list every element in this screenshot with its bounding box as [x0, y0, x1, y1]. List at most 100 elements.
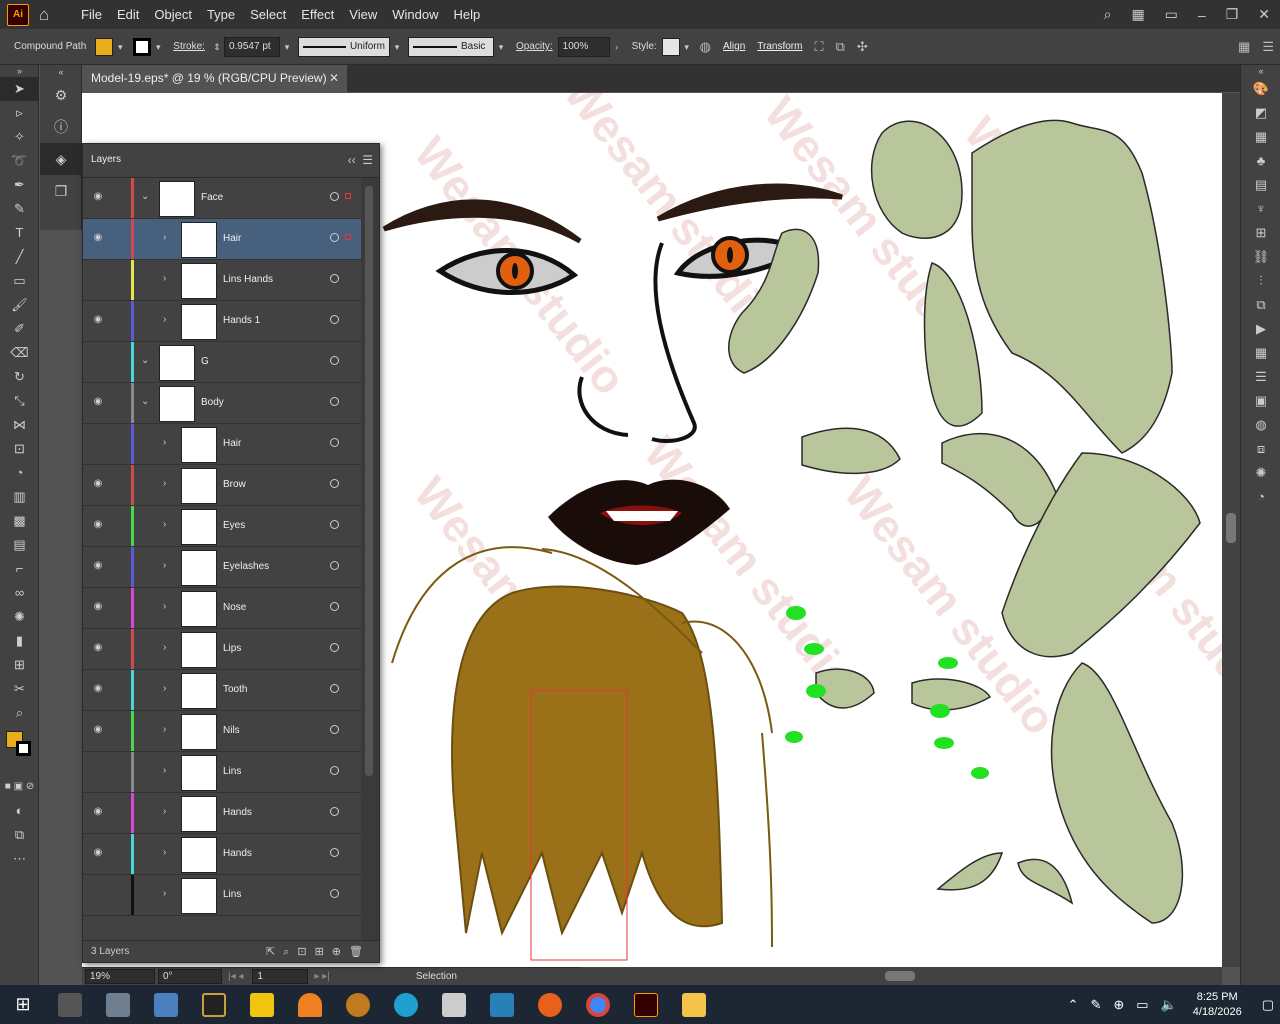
libraries-panel-icon[interactable]: ▤	[1241, 173, 1280, 197]
style-swatch[interactable]	[661, 37, 680, 56]
menu-window[interactable]: Window	[392, 7, 438, 22]
vertical-scroll-thumb[interactable]	[1226, 513, 1236, 543]
rotate-tool-icon[interactable]: ↻	[0, 365, 39, 389]
expand-arrow-icon[interactable]: ›	[163, 724, 166, 735]
target-circle-icon[interactable]	[330, 274, 339, 283]
layer-row[interactable]: ◉ › Nils	[83, 711, 361, 752]
stroke-dropdown-icon[interactable]: ▾	[151, 38, 165, 56]
visibility-eye-icon[interactable]	[91, 888, 105, 902]
layer-row[interactable]: ◉ › Hands	[83, 793, 361, 834]
draw-mode-icon[interactable]: ◐	[0, 799, 39, 823]
horizontal-scrollbar[interactable]	[580, 967, 1222, 985]
app-network-icon[interactable]	[382, 985, 430, 1024]
layer-row[interactable]: ◉ ⌄ Face	[83, 178, 361, 219]
visibility-eye-icon[interactable]: ◉	[91, 560, 105, 574]
layer-row[interactable]: › Hair	[83, 424, 361, 465]
layers-footer-actions-icon[interactable]: ⇱⌕⊡⊞⊕🗑	[266, 945, 371, 959]
puppet-panel-icon[interactable]: ♆	[1241, 197, 1280, 221]
symbol-sprayer-tool-icon[interactable]: ✺	[0, 605, 39, 629]
artboards-right-panel-icon[interactable]: ⧈	[1241, 437, 1280, 461]
layer-name[interactable]: Brow	[223, 479, 246, 490]
layer-name[interactable]: Hands	[223, 848, 252, 859]
visibility-eye-icon[interactable]: ◉	[91, 191, 105, 205]
visibility-eye-icon[interactable]	[91, 437, 105, 451]
puppet-warp-icon[interactable]: ✣	[857, 39, 868, 55]
layers-panel-menu-icon[interactable]: ‹‹ ☰	[348, 153, 373, 167]
transform-panel-icon[interactable]: ⊞	[1241, 221, 1280, 245]
expand-arrow-icon[interactable]: ⌄	[141, 396, 149, 407]
app-vlc-icon[interactable]	[286, 985, 334, 1024]
target-circle-icon[interactable]	[330, 684, 339, 693]
layer-name[interactable]: G	[201, 356, 209, 367]
app-editor-icon[interactable]	[142, 985, 190, 1024]
stroke-color-swatch[interactable]	[16, 741, 31, 756]
selected-art-indicator[interactable]	[345, 193, 351, 199]
blend-tool-icon[interactable]: ∞	[0, 581, 39, 605]
app-explorer-icon[interactable]	[670, 985, 718, 1024]
selection-tool-icon[interactable]: ➤	[0, 77, 39, 101]
layer-name[interactable]: Hands	[223, 807, 252, 818]
arrange-icon[interactable]: ▭	[1165, 6, 1178, 23]
paragraph-panel-icon[interactable]: ☰	[1241, 365, 1280, 389]
task-view-icon[interactable]	[46, 985, 94, 1024]
notifications-icon[interactable]: ▢	[1262, 997, 1274, 1013]
recolor-icon[interactable]: ◍	[700, 39, 711, 55]
direct-selection-tool-icon[interactable]: ▹	[0, 101, 39, 125]
perspective-grid-tool-icon[interactable]: ▥	[0, 485, 39, 509]
stroke-weight-dropdown-icon[interactable]: ▾	[280, 38, 294, 56]
close-tab-icon[interactable]: ✕	[329, 65, 339, 92]
gradient-tool-icon[interactable]: ▤	[0, 533, 39, 557]
blob-brush-tool-icon[interactable]: ✐	[0, 317, 39, 341]
expand-arrow-icon[interactable]: ›	[163, 888, 166, 899]
align-link[interactable]: Align	[723, 41, 745, 52]
transparency-panel-icon[interactable]: ◍	[1241, 413, 1280, 437]
column-graph-tool-icon[interactable]: ▮	[0, 629, 39, 653]
layer-name[interactable]: Face	[201, 192, 223, 203]
width-tool-icon[interactable]: ⋈	[0, 413, 39, 437]
artboards-panel-icon[interactable]: ❐	[40, 175, 82, 207]
opacity-label[interactable]: Opacity:	[516, 41, 553, 52]
profile-dropdown-icon[interactable]: ▾	[390, 38, 404, 56]
stroke-label[interactable]: Stroke:	[173, 41, 205, 52]
opacity-field[interactable]: 100%	[557, 36, 610, 57]
app-illustrator-icon[interactable]	[622, 985, 670, 1024]
color-mode-icon[interactable]: ■ ▣ ⊘	[0, 775, 39, 799]
variable-width-profile[interactable]: Uniform	[297, 36, 390, 57]
layer-row[interactable]: ◉ › Eyes	[83, 506, 361, 547]
screen-mode-icon[interactable]: ⧉	[0, 823, 39, 847]
target-circle-icon[interactable]	[330, 766, 339, 775]
layer-row[interactable]: › Lins Hands	[83, 260, 361, 301]
expand-arrow-icon[interactable]: ›	[163, 642, 166, 653]
minimize-icon[interactable]: –	[1198, 7, 1206, 23]
restore-icon[interactable]: ❐	[1226, 6, 1239, 23]
layers-panel-title[interactable]: Layers	[91, 154, 121, 165]
paintbrush-tool-icon[interactable]: 🖌	[0, 293, 39, 317]
expand-arrow-icon[interactable]: ›	[163, 683, 166, 694]
character-panel-icon[interactable]: ▦	[1241, 341, 1280, 365]
target-circle-icon[interactable]	[330, 889, 339, 898]
actions-panel-icon[interactable]: ▶	[1241, 317, 1280, 341]
rotation-field[interactable]: 0°	[158, 969, 222, 984]
app-player-icon[interactable]	[238, 985, 286, 1024]
lasso-tool-icon[interactable]: ➰	[0, 149, 39, 173]
menu-view[interactable]: View	[349, 7, 377, 22]
panel-menu-icon[interactable]: ☰	[1262, 39, 1274, 55]
expand-arrow-icon[interactable]: ›	[163, 478, 166, 489]
tray-pen-icon[interactable]: ✎	[1090, 997, 1101, 1013]
layer-row[interactable]: ⌄ G	[83, 342, 361, 383]
links-panel-icon[interactable]: ⛓	[1241, 245, 1280, 269]
curvature-tool-icon[interactable]: ✎	[0, 197, 39, 221]
expand-panels-icon[interactable]: «	[40, 65, 82, 79]
layer-name[interactable]: Body	[201, 397, 224, 408]
horizontal-scroll-thumb[interactable]	[885, 971, 915, 981]
target-circle-icon[interactable]	[330, 643, 339, 652]
symbols-panel-icon[interactable]: ♣	[1241, 149, 1280, 173]
graphic-styles-panel-icon[interactable]: ◔	[1241, 485, 1280, 509]
expand-arrow-icon[interactable]: ⌄	[141, 355, 149, 366]
home-icon[interactable]: ⌂	[39, 5, 59, 25]
menu-edit[interactable]: Edit	[117, 7, 139, 22]
menu-select[interactable]: Select	[250, 7, 286, 22]
expand-arrow-icon[interactable]: ›	[163, 806, 166, 817]
visibility-eye-icon[interactable]: ◉	[91, 601, 105, 615]
app-firefox-icon[interactable]	[526, 985, 574, 1024]
